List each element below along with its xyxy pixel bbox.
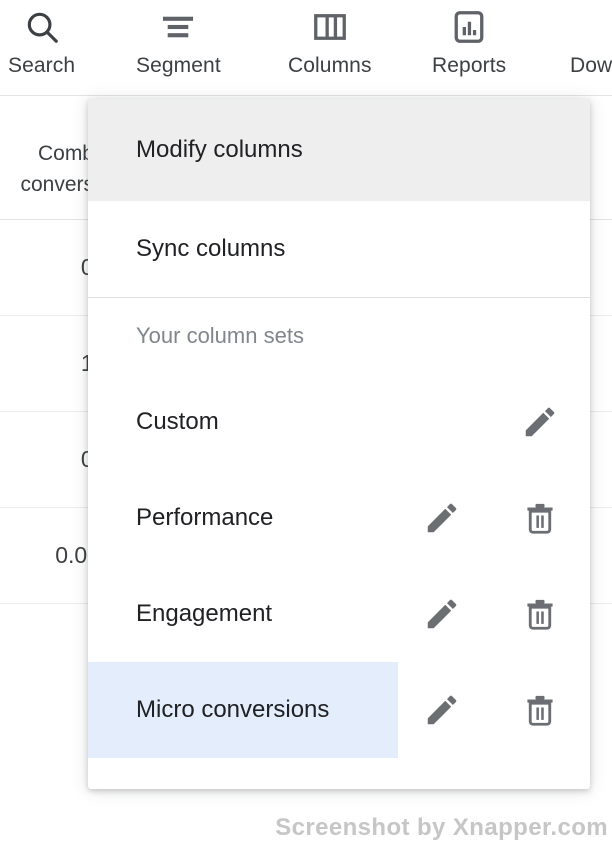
delete-column-set-button[interactable]: [518, 496, 562, 540]
toolbar-label-columns: Columns: [288, 54, 372, 77]
table-cell-value: 0.: [0, 254, 100, 281]
pencil-icon: [427, 599, 457, 629]
column-set-item-custom[interactable]: Custom: [88, 374, 590, 470]
toolbar-label-reports: Reports: [432, 54, 507, 77]
trash-icon: [527, 599, 553, 630]
column-set-item-performance[interactable]: Performance: [88, 470, 590, 566]
toolbar-button-columns[interactable]: Columns: [288, 8, 372, 78]
toolbar-button-search[interactable]: Search: [8, 8, 75, 78]
column-set-actions: [88, 566, 590, 662]
edit-column-set-button[interactable]: [518, 400, 562, 444]
trash-icon: [527, 695, 553, 726]
toolbar: Search Segment Columns Reports Dow: [0, 0, 612, 96]
column-set-item-engagement[interactable]: Engagement: [88, 566, 590, 662]
watermark: Screenshot by Xnapper.com: [275, 814, 608, 841]
table-cell-value: 1.: [0, 350, 100, 377]
edit-column-set-button[interactable]: [420, 592, 464, 636]
section-header-label: Your column sets: [136, 323, 304, 348]
toolbar-button-segment[interactable]: Segment: [136, 8, 221, 78]
menu-item-modify-columns[interactable]: Modify columns: [88, 99, 590, 201]
section-header-your-column-sets: Your column sets: [88, 298, 590, 374]
table-cell-value: 0.: [0, 446, 100, 473]
column-set-actions: [88, 374, 590, 470]
edit-column-set-button[interactable]: [420, 496, 464, 540]
table-header-cell-combined-conversions: Comb convers: [20, 142, 94, 196]
toolbar-button-reports[interactable]: Reports: [432, 8, 506, 78]
columns-icon: [312, 8, 348, 46]
pencil-icon: [427, 503, 457, 533]
pencil-icon: [525, 407, 555, 437]
toolbar-divider: [0, 95, 612, 96]
toolbar-label-segment: Segment: [136, 54, 221, 77]
pencil-icon: [427, 695, 457, 725]
columns-dropdown-menu: Modify columns Sync columns Your column …: [88, 99, 590, 789]
reports-icon: [451, 8, 487, 46]
column-set-item-micro-conversions[interactable]: Micro conversions: [88, 662, 590, 758]
screen-root: Comb convers 0. 1. 0. 0.00 2,079 101,8..…: [0, 0, 612, 854]
toolbar-button-download[interactable]: Dow: [570, 8, 612, 78]
menu-item-sync-columns[interactable]: Sync columns: [88, 201, 590, 297]
toolbar-label-search: Search: [8, 54, 76, 77]
search-icon: [23, 8, 61, 46]
segment-icon: [159, 8, 197, 46]
edit-column-set-button[interactable]: [420, 688, 464, 732]
toolbar-label-download: Dow: [570, 54, 612, 77]
trash-icon: [527, 503, 553, 534]
delete-column-set-button[interactable]: [518, 688, 562, 732]
column-set-actions: [88, 470, 590, 566]
table-cell-value: 0.00: [55, 542, 100, 568]
column-set-actions: [88, 662, 590, 758]
menu-item-label: Sync columns: [136, 235, 286, 262]
delete-column-set-button[interactable]: [518, 592, 562, 636]
menu-item-label: Modify columns: [136, 136, 303, 163]
